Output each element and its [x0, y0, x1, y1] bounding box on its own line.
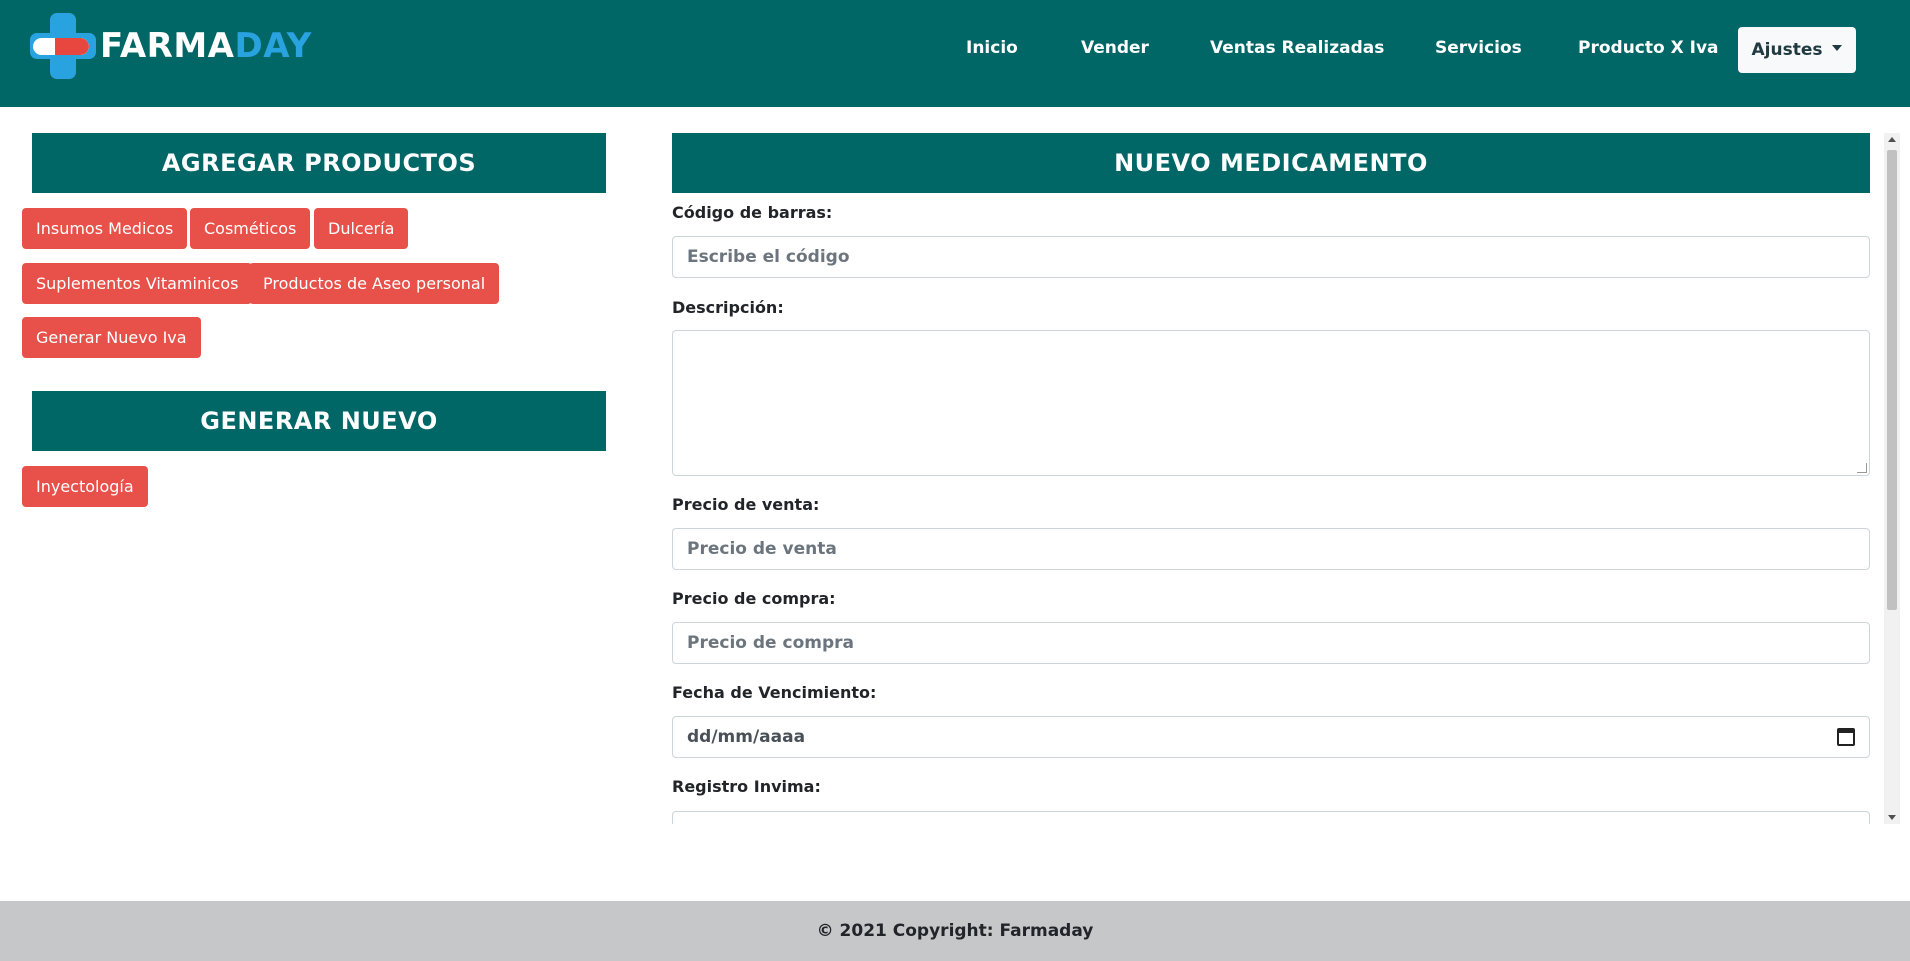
barcode-label: Código de barras: [672, 203, 833, 222]
copyright-text: © 2021 Copyright: Farmaday [816, 921, 1094, 941]
page-footer: © 2021 Copyright: Farmaday [0, 901, 1910, 961]
add-cosmeticos-button[interactable]: Cosméticos [190, 208, 311, 249]
nav-link-inicio[interactable]: Inicio [966, 38, 1018, 58]
description-label: Descripción: [672, 298, 784, 317]
invima-label: Registro Invima: [672, 777, 821, 796]
nav-link-vender[interactable]: Vender [1081, 38, 1149, 58]
calendar-icon[interactable] [1837, 728, 1855, 746]
generate-new-iva-button[interactable]: Generar Nuevo Iva [22, 317, 201, 358]
sale-price-placeholder: Precio de venta [687, 539, 837, 559]
form-title: NUEVO MEDICAMENTO [672, 133, 1870, 193]
add-insumos-medicos-button[interactable]: Insumos Medicos [22, 208, 188, 249]
expiry-date-value: dd/mm/aaaa [687, 727, 806, 747]
expiry-date-input[interactable]: dd/mm/aaaa [672, 716, 1870, 758]
add-products-header: AGREGAR PRODUCTOS [32, 133, 606, 193]
settings-dropdown-button[interactable]: Ajustes [1738, 27, 1856, 73]
nav-link-ventas-realizadas[interactable]: Ventas Realizadas [1210, 38, 1384, 58]
nav-link-producto-x-iva[interactable]: Producto X Iva [1578, 38, 1719, 58]
scroll-up-icon[interactable] [1888, 137, 1896, 142]
barcode-placeholder: Escribe el código [687, 247, 850, 267]
description-textarea[interactable] [672, 330, 1870, 476]
barcode-input[interactable]: Escribe el código [672, 236, 1870, 278]
invima-input[interactable] [672, 811, 1870, 824]
sale-price-label: Precio de venta: [672, 495, 820, 514]
add-aseo-personal-button[interactable]: Productos de Aseo personal [249, 263, 500, 304]
top-navbar: FARMADAY Inicio Vender Ventas Realizadas… [0, 0, 1910, 107]
add-suplementos-button[interactable]: Suplementos Vitaminicos [22, 263, 253, 304]
form-scrollbar[interactable] [1884, 133, 1900, 824]
sale-price-input[interactable]: Precio de venta [672, 528, 1870, 570]
brand-name: FARMADAY [100, 29, 312, 63]
purchase-price-label: Precio de compra: [672, 589, 836, 608]
brand-name-blue: DAY [234, 26, 312, 66]
brand-name-white: FARMA [100, 26, 235, 66]
settings-label: Ajustes [1751, 40, 1823, 60]
caret-down-icon [1832, 45, 1843, 51]
nav-link-servicios[interactable]: Servicios [1435, 38, 1522, 58]
generate-new-header: GENERAR NUEVO [32, 391, 606, 451]
expiry-date-label: Fecha de Vencimiento: [672, 683, 877, 702]
purchase-price-input[interactable]: Precio de compra [672, 622, 1870, 664]
purchase-price-placeholder: Precio de compra [687, 633, 854, 653]
inyectologia-button[interactable]: Inyectología [22, 466, 148, 507]
brand-logo[interactable]: FARMADAY [30, 12, 320, 80]
pill-cross-icon [30, 13, 96, 79]
scrollbar-thumb[interactable] [1887, 150, 1897, 610]
resize-grip-icon[interactable] [1857, 463, 1867, 473]
scroll-down-icon[interactable] [1888, 815, 1896, 820]
add-dulceria-button[interactable]: Dulcería [314, 208, 409, 249]
